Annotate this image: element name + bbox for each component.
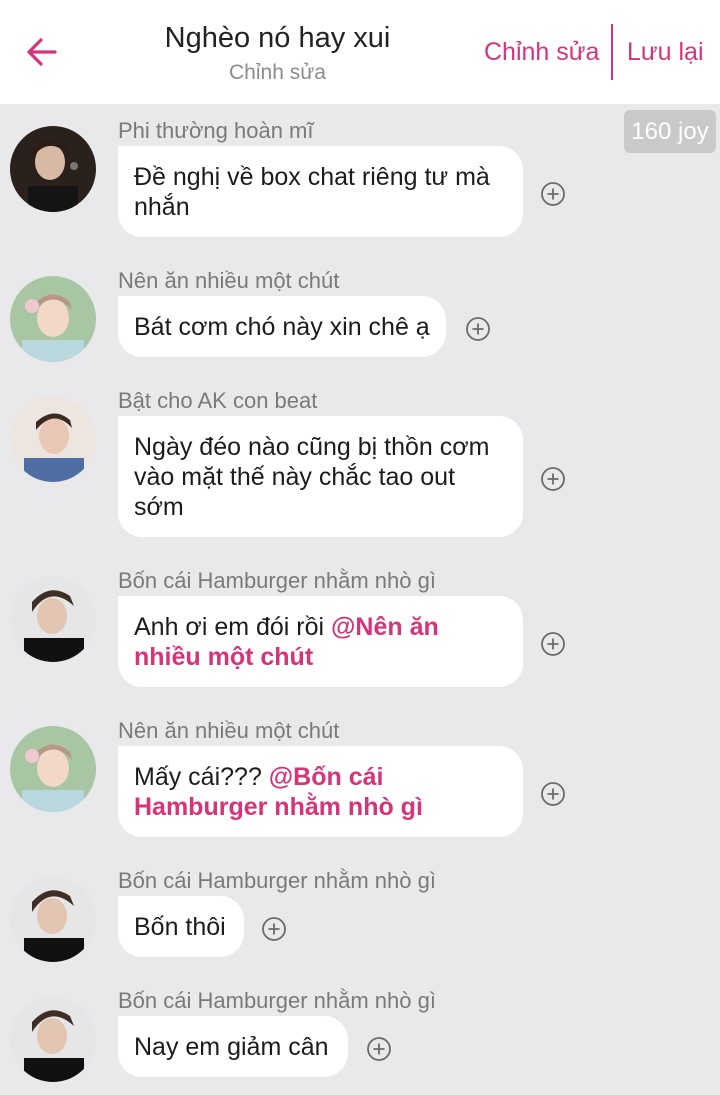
message-bubble[interactable]: Bốn thôi [118, 896, 244, 957]
message-text: Mấy cái??? [134, 763, 269, 791]
edit-button[interactable]: Chỉnh sửa [484, 38, 599, 67]
message-bubble[interactable]: Mấy cái??? @Bốn cái Hamburger nhằm nhò g… [118, 746, 523, 837]
header-divider [611, 24, 613, 80]
message-text: Ngày đéo nào cũng bị thồn cơm vào mặt th… [134, 433, 490, 521]
message-bubble[interactable]: Ngày đéo nào cũng bị thồn cơm vào mặt th… [118, 416, 523, 537]
message-text: Đề nghị về box chat riêng tư mà nhắn [134, 163, 490, 221]
add-reaction-icon[interactable] [540, 181, 566, 207]
message-text: Anh ơi em đói rồi [134, 613, 332, 641]
message-bubble[interactable]: Anh ơi em đói rồi @Nên ăn nhiều một chút [118, 596, 523, 687]
sender-name: Nên ăn nhiều một chút [118, 718, 340, 743]
sender-name: Bật cho AK con beat [118, 388, 318, 413]
sender-name: Bốn cái Hamburger nhằm nhò gì [118, 868, 436, 893]
sender-name: Bốn cái Hamburger nhằm nhò gì [118, 568, 436, 593]
add-reaction-icon[interactable] [540, 631, 566, 657]
add-reaction-icon[interactable] [465, 316, 491, 342]
joy-badge: 160 joy [624, 110, 716, 153]
add-reaction-icon[interactable] [261, 916, 287, 942]
avatar[interactable] [10, 126, 96, 212]
sender-name: Nên ăn nhiều một chút [118, 268, 340, 293]
save-button[interactable]: Lưu lại [627, 38, 704, 67]
avatar[interactable] [10, 396, 96, 482]
message-text: Nay em giảm cân [134, 1033, 329, 1061]
add-reaction-icon[interactable] [540, 781, 566, 807]
sender-name: Bốn cái Hamburger nhằm nhò gì [118, 988, 436, 1013]
message-bubble[interactable]: Bát cơm chó này xin chê ạ [118, 296, 446, 357]
add-reaction-icon[interactable] [366, 1036, 392, 1062]
message-text: Bát cơm chó này xin chê ạ [134, 313, 430, 341]
message-bubble[interactable]: Nay em giảm cân [118, 1016, 348, 1077]
message-text: Bốn thôi [134, 913, 226, 941]
avatar[interactable] [10, 276, 96, 362]
chat-title: Nghèo nó hay xui [164, 22, 391, 54]
sender-name: Phi thường hoàn mĩ [118, 118, 314, 143]
chat-subtitle: Chỉnh sửa [229, 61, 326, 84]
avatar[interactable] [10, 576, 96, 662]
avatar[interactable] [10, 996, 96, 1082]
avatar[interactable] [10, 876, 96, 962]
message-bubble[interactable]: Đề nghị về box chat riêng tư mà nhắn [118, 146, 523, 237]
header-bar: Nghèo nó hay xui Chỉnh sửa Chỉnh sửa Lưu… [0, 0, 720, 104]
add-reaction-icon[interactable] [540, 466, 566, 492]
avatar[interactable] [10, 726, 96, 812]
